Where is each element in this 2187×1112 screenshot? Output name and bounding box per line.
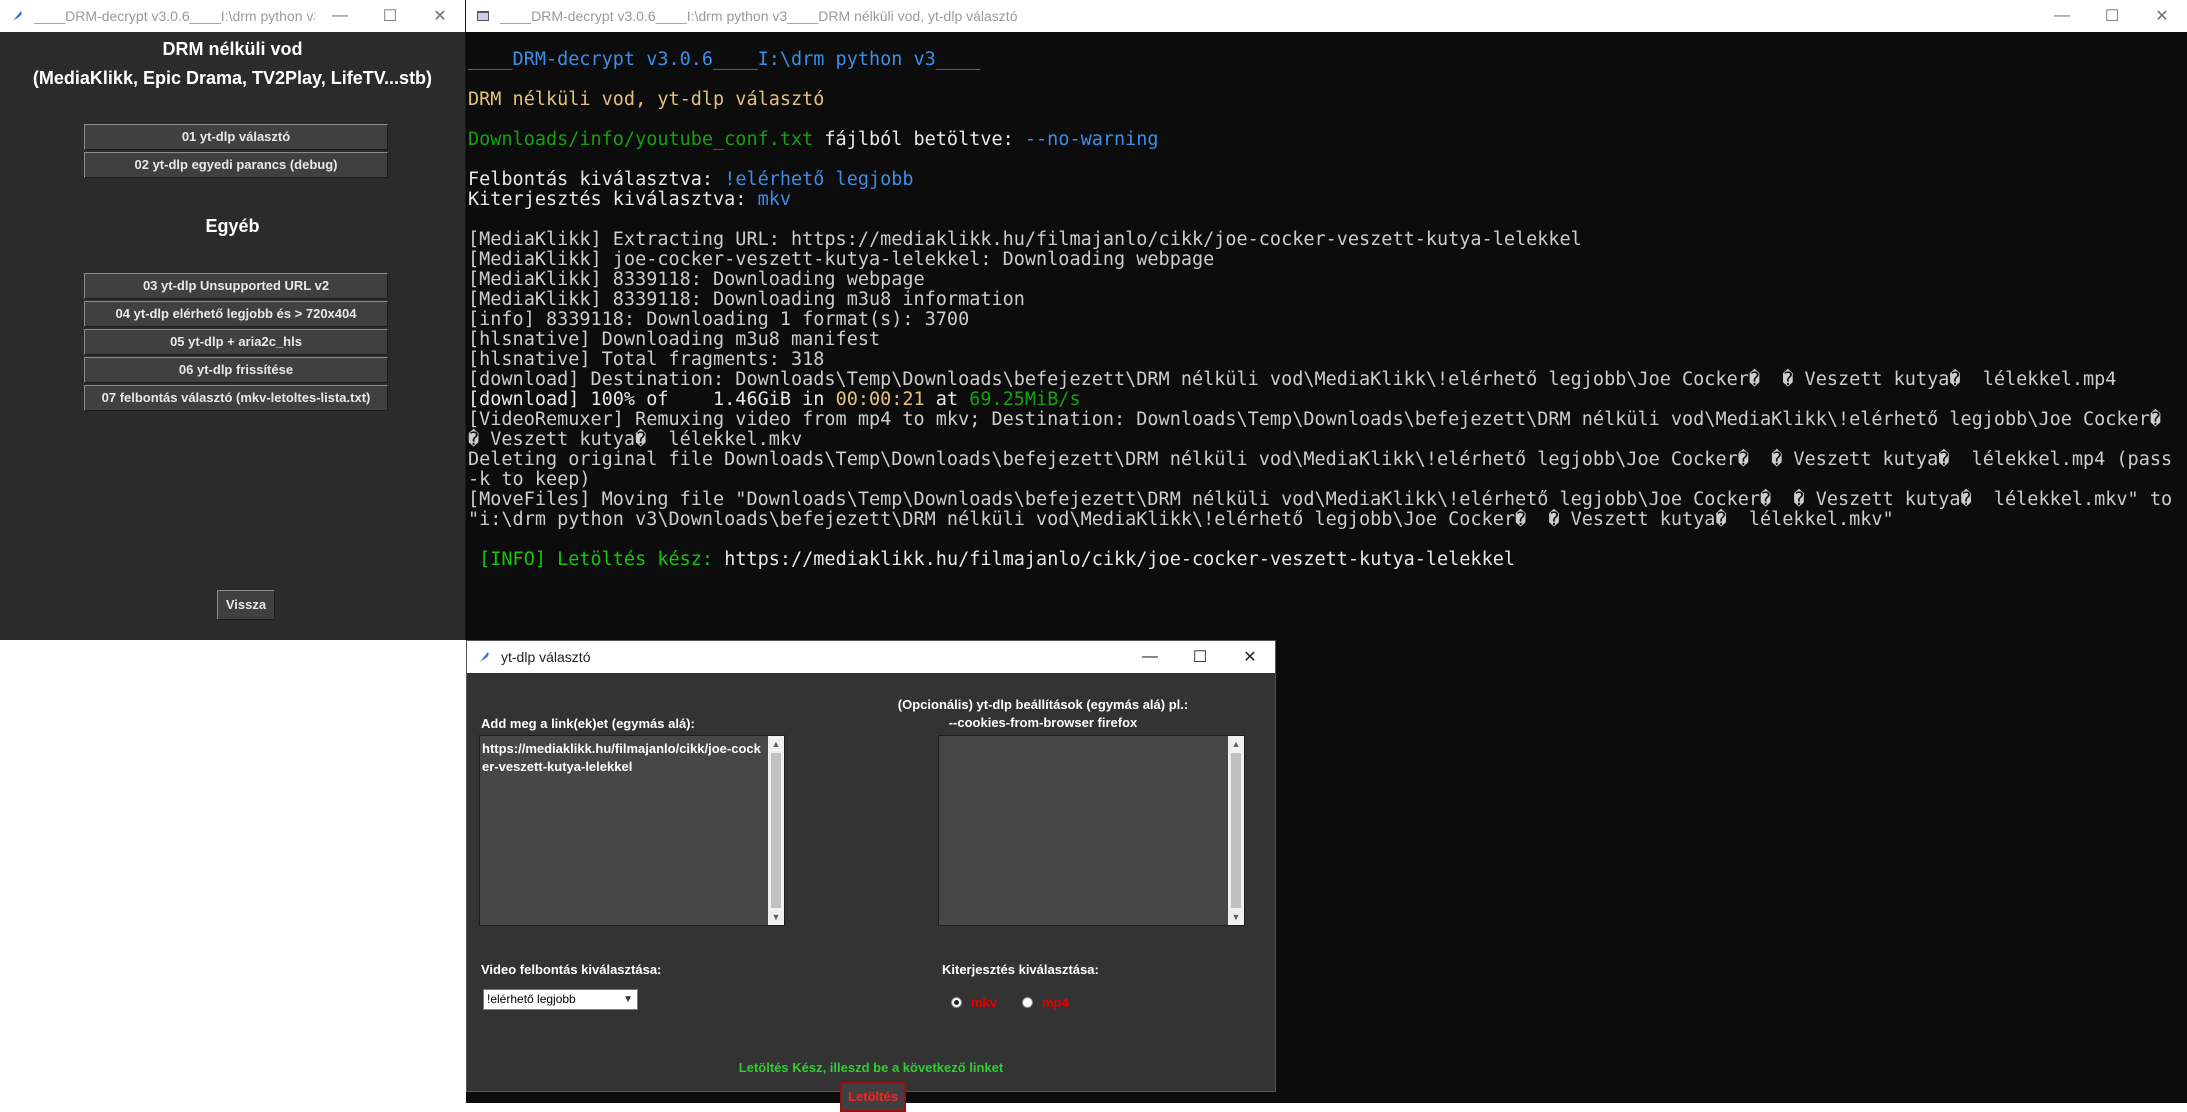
feather-icon bbox=[477, 650, 491, 664]
progress-speed: 69.25MiB/s bbox=[969, 389, 1081, 410]
maximize-icon[interactable]: ☐ bbox=[2087, 0, 2137, 32]
ext-label: Kiterjesztés kiválasztva: bbox=[468, 189, 758, 210]
close-icon[interactable]: ✕ bbox=[1225, 641, 1275, 673]
links-textbox[interactable]: https://mediaklikk.hu/filmajanlo/cikk/jo… bbox=[479, 735, 785, 926]
info-url: https://mediaklikk.hu/filmajanlo/cikk/jo… bbox=[724, 549, 1515, 570]
dialog-title: yt-dlp választó bbox=[501, 649, 591, 665]
menu-window-titlebar[interactable]: ____DRM-decrypt v3.0.6____I:\drm python … bbox=[0, 0, 465, 32]
resolution-label: Video felbontás kiválasztása: bbox=[481, 962, 662, 977]
console-log-line: [VideoRemuxer] Remuxing video from mp4 t… bbox=[468, 409, 2184, 450]
resolution-selected-value: !elérhető legjobb bbox=[487, 992, 576, 1006]
console-info-line: [INFO] Letöltés kész: https://mediaklikk… bbox=[468, 550, 2187, 570]
console-log-line: [download] Destination: Downloads\Temp\D… bbox=[468, 369, 2117, 390]
options-textbox[interactable]: ▲ ▼ bbox=[938, 735, 1245, 926]
console-log-line: [MediaKlikk] 8339118: Downloading m3u8 i… bbox=[468, 289, 1025, 310]
scroll-up-icon[interactable]: ▲ bbox=[768, 736, 784, 752]
minimize-icon[interactable]: — bbox=[315, 0, 365, 32]
console-banner: ____DRM-decrypt v3.0.6____I:\drm python … bbox=[468, 49, 981, 70]
console-log-line: [MediaKlikk] joe-cocker-veszett-kutya-le… bbox=[468, 249, 1215, 270]
yt-dlp-update-button[interactable]: 06 yt-dlp frissítése bbox=[84, 357, 388, 383]
yt-dlp-best-available-button[interactable]: 04 yt-dlp elérhető legjobb és > 720x404 bbox=[84, 301, 388, 327]
scroll-thumb[interactable] bbox=[771, 753, 781, 908]
scroll-down-icon[interactable]: ▼ bbox=[768, 909, 784, 925]
console-window-titlebar[interactable]: ____DRM-decrypt v3.0.6____I:\drm python … bbox=[466, 0, 2187, 32]
extension-label: Kiterjesztés kiválasztása: bbox=[942, 962, 1099, 977]
dialog-body: Add meg a link(ek)et (egymás alá): (Opci… bbox=[467, 673, 1275, 1112]
radio-label-mp4: mp4 bbox=[1042, 995, 1069, 1010]
back-button[interactable]: Vissza bbox=[217, 590, 275, 620]
yt-dlp-selector-dialog: yt-dlp választó — ☐ ✕ Add meg a link(ek)… bbox=[466, 640, 1276, 1112]
menu-heading-subtitle: (MediaKlikk, Epic Drama, TV2Play, LifeTV… bbox=[32, 68, 433, 88]
minimize-icon[interactable]: — bbox=[2037, 0, 2087, 32]
conf-value: --no-warning bbox=[1024, 129, 1159, 150]
close-icon[interactable]: ✕ bbox=[415, 0, 465, 32]
console-log-block-2: [VideoRemuxer] Remuxing video from mp4 t… bbox=[468, 410, 2187, 530]
console-ext-line: Kiterjesztés kiválasztva: mkv bbox=[468, 190, 2187, 210]
feather-icon bbox=[10, 9, 24, 23]
radio-label-mkv: mkv bbox=[971, 995, 998, 1010]
resolution-select[interactable]: !elérhető legjobb ▼ bbox=[483, 989, 638, 1010]
dialog-titlebar[interactable]: yt-dlp választó — ☐ ✕ bbox=[467, 641, 1275, 673]
res-label: Felbontás kiválasztva: bbox=[468, 169, 725, 190]
resolution-selector-button[interactable]: 07 felbontás választó (mkv-letoltes-list… bbox=[84, 385, 388, 411]
conf-loaded-text: fájlból betöltve: bbox=[813, 129, 1025, 150]
scroll-thumb[interactable] bbox=[1231, 753, 1241, 908]
links-textbox-value: https://mediaklikk.hu/filmajanlo/cikk/jo… bbox=[482, 741, 761, 774]
console-log-line: [info] 8339118: Downloading 1 format(s):… bbox=[468, 309, 970, 330]
console-log-line: [MoveFiles] Moving file "Downloads\Temp\… bbox=[468, 489, 2184, 530]
yt-dlp-unsupported-url-button[interactable]: 03 yt-dlp Unsupported URL v2 bbox=[84, 273, 388, 299]
console-log-line: [hlsnative] Downloading m3u8 manifest bbox=[468, 329, 881, 350]
info-tag: [INFO] Letöltés kész: bbox=[468, 549, 725, 570]
maximize-icon[interactable]: ☐ bbox=[1175, 641, 1225, 673]
progress-prefix: [download] 100% of 1.46GiB in bbox=[468, 389, 836, 410]
menu-heading-title: DRM nélküli vod bbox=[162, 39, 303, 59]
yt-dlp-custom-command-button[interactable]: 02 yt-dlp egyedi parancs (debug) bbox=[84, 152, 388, 178]
console-res-line: Felbontás kiválasztva: !elérhető legjobb bbox=[468, 170, 2187, 190]
yt-dlp-aria2c-button[interactable]: 05 yt-dlp + aria2c_hls bbox=[84, 329, 388, 355]
links-label: Add meg a link(ek)et (egymás alá): bbox=[481, 716, 695, 731]
section-title-other: Egyéb bbox=[205, 216, 260, 236]
console-app-icon bbox=[476, 9, 490, 23]
maximize-icon[interactable]: ☐ bbox=[365, 0, 415, 32]
menu-body: DRM nélküli vod (MediaKlikk, Epic Drama,… bbox=[0, 32, 465, 640]
ext-value: mkv bbox=[757, 189, 792, 210]
console-log-line: Deleting original file Downloads\Temp\Do… bbox=[468, 449, 2184, 490]
scroll-down-icon[interactable]: ▼ bbox=[1228, 909, 1244, 925]
scroll-up-icon[interactable]: ▲ bbox=[1228, 736, 1244, 752]
progress-at: at bbox=[924, 389, 970, 410]
console-log-line: [MediaKlikk] Extracting URL: https://med… bbox=[468, 229, 1582, 250]
links-scrollbar[interactable]: ▲ ▼ bbox=[768, 736, 784, 925]
options-label-line1: (Opcionális) yt-dlp beállítások (egymás … bbox=[897, 697, 1189, 712]
console-conf-line: Downloads/info/youtube_conf.txt fájlból … bbox=[468, 130, 2187, 150]
console-log-line: [hlsnative] Total fragments: 318 bbox=[468, 349, 825, 370]
console-log-line: [MediaKlikk] 8339118: Downloading webpag… bbox=[468, 269, 925, 290]
menu-window: ____DRM-decrypt v3.0.6____I:\drm python … bbox=[0, 0, 466, 640]
radio-unselected-icon bbox=[1022, 997, 1033, 1008]
options-label-line2: --cookies-from-browser firefox bbox=[948, 715, 1138, 730]
chevron-down-icon: ▼ bbox=[623, 994, 633, 1005]
options-scrollbar[interactable]: ▲ ▼ bbox=[1228, 736, 1244, 925]
console-progress-line: [download] 100% of 1.46GiB in 00:00:21 a… bbox=[468, 390, 2187, 410]
close-icon[interactable]: ✕ bbox=[2137, 0, 2187, 32]
download-button[interactable]: Letöltés bbox=[840, 1082, 906, 1112]
window-title: ____DRM-decrypt v3.0.6____I:\drm python … bbox=[34, 8, 315, 24]
res-value: !elérhető legjobb bbox=[724, 169, 914, 190]
status-message: Letöltés Kész, illeszd be a következő li… bbox=[738, 1060, 1004, 1075]
conf-file-path: Downloads/info/youtube_conf.txt bbox=[468, 129, 814, 150]
progress-time: 00:00:21 bbox=[835, 389, 925, 410]
radio-selected-icon bbox=[951, 997, 962, 1008]
window-title: ____DRM-decrypt v3.0.6____I:\drm python … bbox=[500, 8, 1018, 24]
minimize-icon[interactable]: — bbox=[1125, 641, 1175, 673]
console-subtitle: DRM nélküli vod, yt-dlp választó bbox=[468, 89, 825, 110]
yt-dlp-selector-button[interactable]: 01 yt-dlp választó bbox=[84, 124, 388, 150]
extension-radio-mp4[interactable]: mp4 bbox=[1022, 995, 1069, 1010]
console-log-block: [MediaKlikk] Extracting URL: https://med… bbox=[468, 230, 2187, 390]
extension-radio-mkv[interactable]: mkv bbox=[951, 995, 997, 1010]
